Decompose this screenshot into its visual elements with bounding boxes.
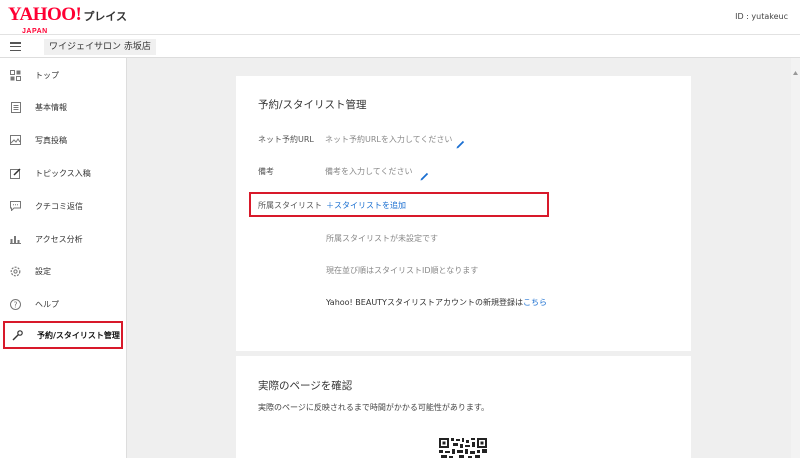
sub-header: ワイジェイサロン 赤坂店 <box>0 34 800 58</box>
shop-name-selector[interactable]: ワイジェイサロン 赤坂店 <box>44 39 156 55</box>
document-icon <box>10 101 21 113</box>
add-stylist-link[interactable]: ＋スタイリストを追加 <box>326 200 406 211</box>
hamburger-menu-icon[interactable] <box>10 42 21 52</box>
preview-card: 実際のページを確認 実際のページに反映されるまで時間がかかる可能性があります。 <box>236 356 691 458</box>
yahoo-place-logo[interactable]: YAHOO! JAPAN プレイス <box>8 5 128 36</box>
sidebar-item-label: ヘルプ <box>35 299 59 309</box>
memo-label: 備考 <box>258 167 274 176</box>
beauty-note-text: Yahoo! BEAUTYスタイリストアカウントの新規登録は <box>326 298 523 307</box>
sidebar-item-analytics[interactable]: アクセス分析 <box>0 224 127 254</box>
sidebar-item-label: 基本情報 <box>35 102 67 112</box>
page-scrollbar[interactable] <box>791 58 800 458</box>
yahoo-logo-mark: YAHOO! JAPAN <box>8 5 82 36</box>
sidebar-item-label: 設定 <box>35 266 51 276</box>
sidebar-item-reservation-stylist[interactable]: 予約/スタイリスト管理 <box>3 321 123 349</box>
sidebar-item-label: 予約/スタイリスト管理 <box>37 330 120 340</box>
preview-title: 実際のページを確認 <box>258 380 353 392</box>
sidebar-item-help[interactable]: ? ヘルプ <box>0 289 127 319</box>
gear-icon <box>10 266 21 277</box>
sidebar-item-topics[interactable]: トピックス入稿 <box>0 158 127 188</box>
stylists-empty-message: 所属スタイリストが未設定です <box>326 234 438 243</box>
sidebar: トップ 基本情報 写真投稿 トピックス入稿 クチコミ返信 アクセス分析 設定 ?… <box>0 58 127 458</box>
sidebar-item-label: アクセス分析 <box>35 234 83 244</box>
reservation-stylist-card: 予約/スタイリスト管理 ネット予約URL ネット予約URLを入力してください 備… <box>236 76 691 351</box>
net-reservation-placeholder[interactable]: ネット予約URLを入力してください <box>325 134 452 145</box>
bar-chart-icon <box>10 234 21 245</box>
svg-text:?: ? <box>14 300 18 309</box>
sidebar-item-label: クチコミ返信 <box>35 201 83 211</box>
page-title: 予約/スタイリスト管理 <box>258 99 367 111</box>
sidebar-item-photos[interactable]: 写真投稿 <box>0 125 127 155</box>
beauty-registration-link[interactable]: こちら <box>523 298 547 307</box>
stylists-order-message: 現在並び順はスタイリストID順となります <box>326 266 479 275</box>
beauty-registration-note: Yahoo! BEAUTYスタイリストアカウントの新規登録はこちら <box>326 297 547 308</box>
wrench-icon <box>12 329 23 341</box>
sidebar-item-basic-info[interactable]: 基本情報 <box>0 92 127 122</box>
edit-url-pencil-icon[interactable] <box>456 134 465 149</box>
help-icon: ? <box>10 298 21 310</box>
top-header: YAHOO! JAPAN プレイス ID : yutakeuc <box>0 0 800 36</box>
sidebar-item-top[interactable]: トップ <box>0 60 127 90</box>
sidebar-item-label: 写真投稿 <box>35 135 67 145</box>
dashboard-icon <box>10 69 21 81</box>
preview-description: 実際のページに反映されるまで時間がかかる可能性があります。 <box>258 403 490 412</box>
sidebar-item-reviews[interactable]: クチコミ返信 <box>0 191 127 221</box>
comment-icon <box>10 201 21 212</box>
net-reservation-label: ネット予約URL <box>258 135 314 144</box>
stylists-label: 所属スタイリスト <box>258 201 322 210</box>
user-id[interactable]: ID : yutakeuc <box>735 12 788 21</box>
sidebar-item-label: トピックス入稿 <box>35 168 91 178</box>
scroll-up-arrow-icon[interactable] <box>793 62 798 75</box>
sidebar-item-settings[interactable]: 設定 <box>0 256 127 286</box>
service-name: プレイス <box>83 10 128 23</box>
image-icon <box>10 135 21 146</box>
sidebar-item-label: トップ <box>35 70 59 80</box>
edit-memo-pencil-icon[interactable] <box>420 166 429 181</box>
qr-code-image <box>439 438 487 458</box>
edit-icon <box>10 167 21 179</box>
memo-placeholder[interactable]: 備考を入力してください <box>325 166 413 177</box>
